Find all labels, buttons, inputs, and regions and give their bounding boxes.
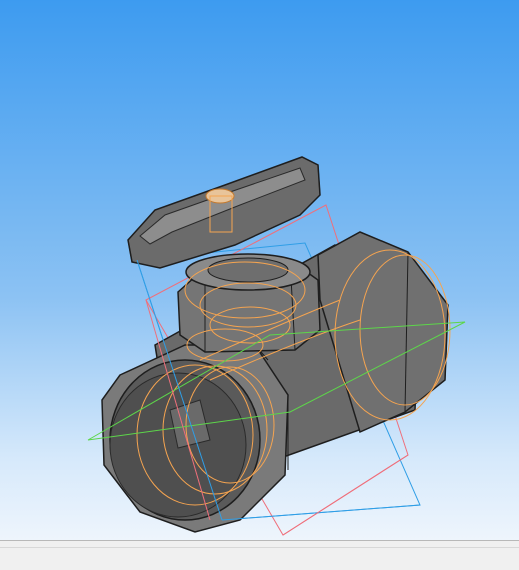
status-bar bbox=[0, 540, 519, 570]
valve-model-canvas[interactable] bbox=[0, 0, 519, 540]
3d-model-viewport[interactable] bbox=[0, 0, 519, 540]
status-bar-divider bbox=[0, 547, 519, 548]
